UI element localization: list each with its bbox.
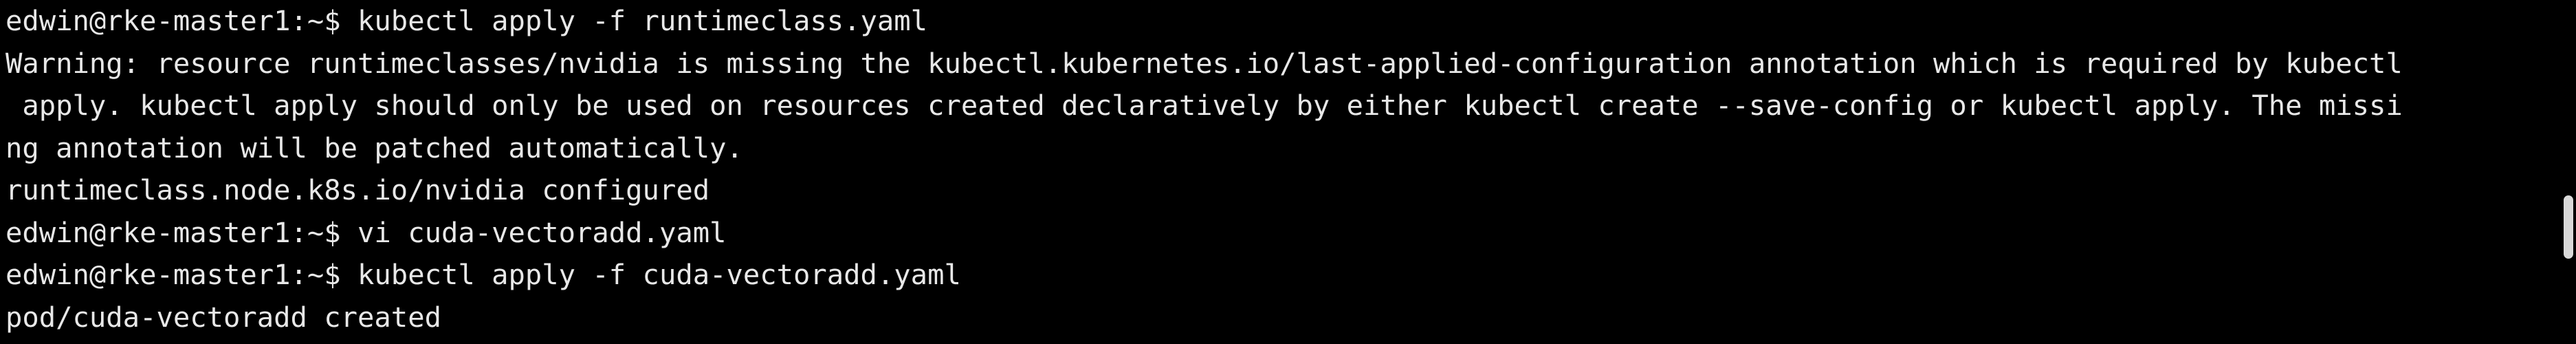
terminal-line-partial: edwin@rke-master1:~$ kubectl logs pod/cu… bbox=[5, 338, 2556, 344]
terminal-line: edwin@rke-master1:~$ kubectl apply -f ru… bbox=[5, 4, 928, 37]
scrollbar[interactable] bbox=[2558, 0, 2576, 344]
terminal-line: edwin@rke-master1:~$ kubectl apply -f cu… bbox=[5, 258, 961, 291]
terminal-line: runtimeclass.node.k8s.io/nvidia configur… bbox=[5, 173, 710, 206]
scrollbar-thumb[interactable] bbox=[2564, 195, 2573, 259]
terminal-line: ng annotation will be patched automatica… bbox=[5, 131, 743, 164]
terminal-window[interactable]: edwin@rke-master1:~$ kubectl apply -f ru… bbox=[0, 0, 2576, 344]
terminal-line: Warning: resource runtimeclasses/nvidia … bbox=[5, 46, 2403, 80]
terminal-line: apply. kubectl apply should only be used… bbox=[5, 89, 2403, 122]
terminal-output[interactable]: edwin@rke-master1:~$ kubectl apply -f ru… bbox=[5, 0, 2556, 344]
terminal-line: pod/cuda-vectoradd created bbox=[5, 300, 441, 334]
terminal-line: edwin@rke-master1:~$ vi cuda-vectoradd.y… bbox=[5, 215, 727, 249]
